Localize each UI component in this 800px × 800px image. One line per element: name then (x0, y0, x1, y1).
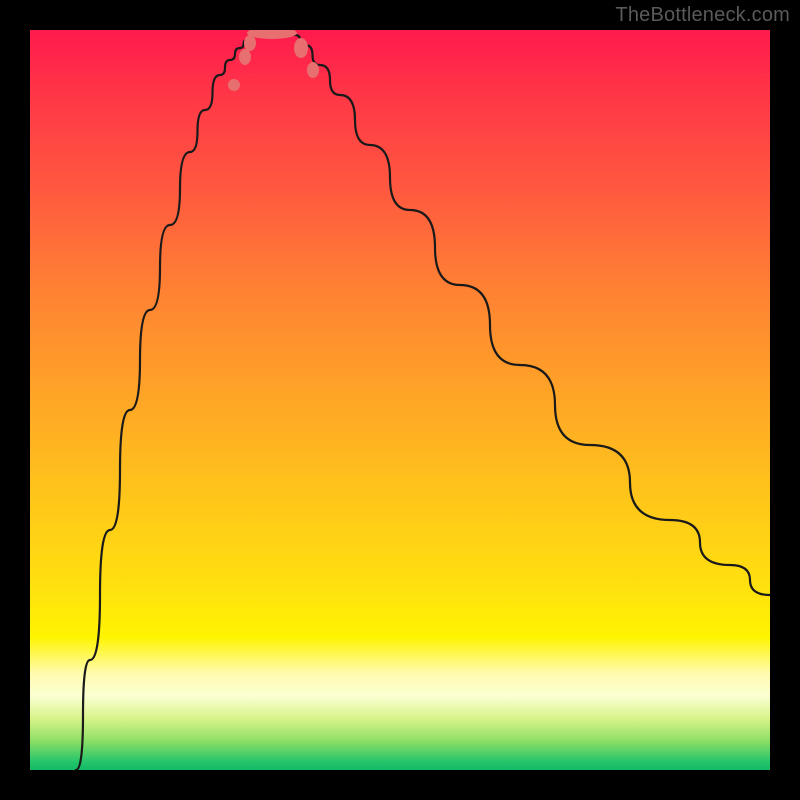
dot-left-upper (228, 79, 240, 91)
dot-left-mid (239, 49, 251, 65)
chart-frame: TheBottleneck.com (0, 0, 800, 800)
chart-svg (30, 30, 770, 770)
curve-right-curve (295, 35, 770, 595)
plot-area (30, 30, 770, 770)
curve-left-curve (76, 35, 252, 770)
credit-text: TheBottleneck.com (615, 4, 790, 27)
dot-right-up (307, 62, 319, 78)
marker-group (228, 30, 319, 91)
bar-bottom (247, 30, 297, 39)
curve-group (76, 32, 770, 770)
dot-left-low (244, 35, 256, 51)
dot-right-low (294, 38, 308, 58)
